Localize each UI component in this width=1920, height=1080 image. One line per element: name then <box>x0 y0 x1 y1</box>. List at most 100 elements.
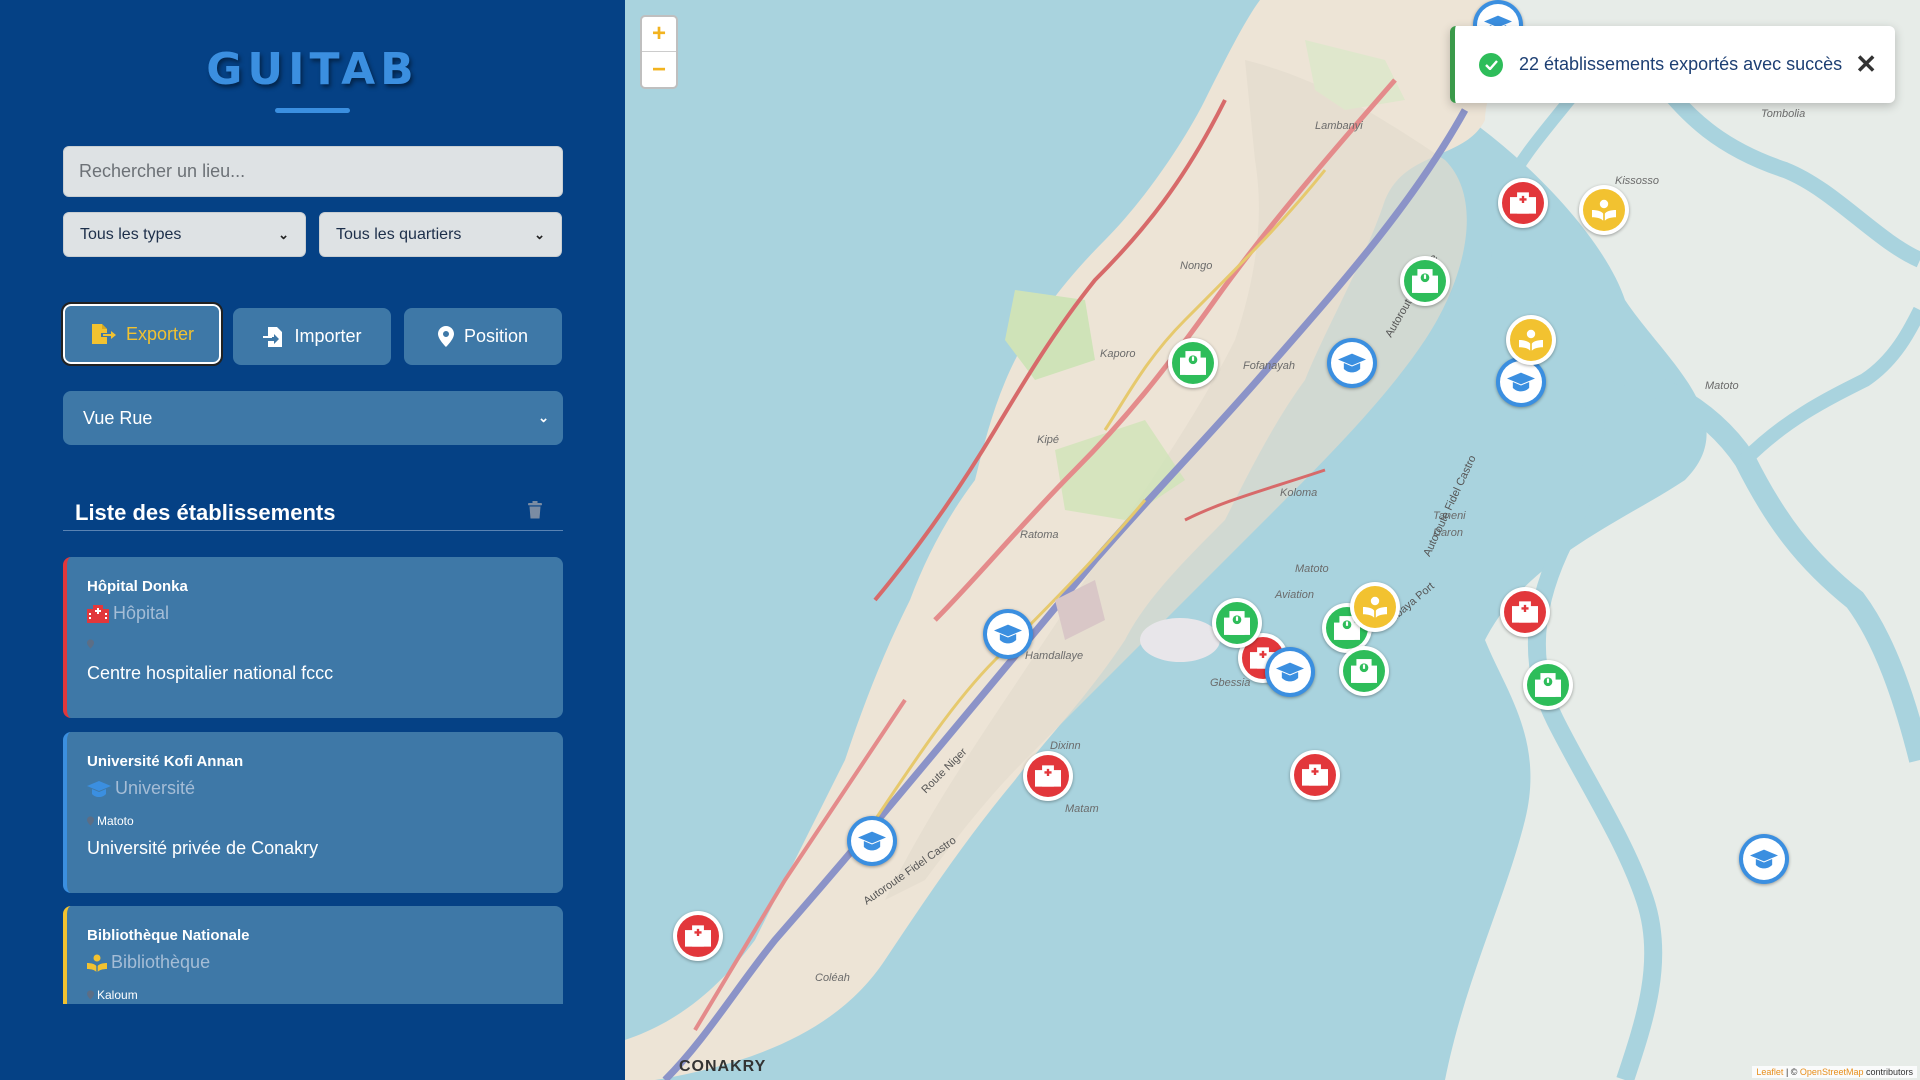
clinic-marker[interactable] <box>1168 338 1218 388</box>
hospital-marker[interactable] <box>1500 587 1550 637</box>
clinic-marker[interactable] <box>1339 646 1389 696</box>
item-quarter-row: Kaloum <box>87 988 138 1002</box>
close-icon[interactable]: ✕ <box>1855 49 1877 80</box>
attribution-contributors: contributors <box>1863 1067 1913 1077</box>
university-marker[interactable] <box>1265 647 1315 697</box>
map-tiles <box>625 0 1920 1080</box>
library-marker[interactable] <box>1579 185 1629 235</box>
map-attribution: Leaflet | © OpenStreetMap contributors <box>1752 1066 1917 1078</box>
map-place-label: Fofanayah <box>1243 360 1295 372</box>
item-type: Bibliothèque <box>111 952 211 972</box>
item-quarter-row: Matoto <box>87 814 134 828</box>
hospital-icon <box>1510 192 1536 214</box>
location-pin-icon <box>87 639 94 649</box>
list-item[interactable]: Université Kofi Annan Université Matoto … <box>63 732 563 893</box>
item-description: Centre hospitalier national fccc <box>87 663 334 683</box>
map-place-label: Matam <box>1065 803 1099 815</box>
chevron-down-icon: ⌄ <box>534 226 545 242</box>
library-marker[interactable] <box>1506 315 1556 365</box>
book-reader-icon <box>87 954 107 972</box>
location-pin-icon <box>87 816 94 826</box>
export-button[interactable]: Exporter <box>61 302 223 366</box>
attribution-separator: | © <box>1783 1067 1800 1077</box>
zoom-in-button[interactable]: + <box>642 17 676 52</box>
clinic-marker[interactable] <box>1400 256 1450 306</box>
item-quarter: Matoto <box>97 814 134 828</box>
import-button[interactable]: Importer <box>233 308 391 365</box>
hospital-marker[interactable] <box>1498 178 1548 228</box>
graduation-cap-icon <box>87 780 111 797</box>
hospital-icon <box>1512 601 1538 623</box>
osm-link[interactable]: OpenStreetMap <box>1800 1067 1864 1077</box>
hospital-icon <box>1035 765 1061 787</box>
item-name: Bibliothèque Nationale <box>87 927 250 944</box>
item-type-row: Bibliothèque <box>87 952 210 973</box>
map-place-label: Matoto <box>1705 380 1739 392</box>
location-pin-icon <box>437 326 454 347</box>
map-view-select[interactable]: Vue Rue ⌄ <box>63 391 563 445</box>
check-circle-icon <box>1479 52 1503 77</box>
map-place-label: Lambanyi <box>1315 120 1363 132</box>
hospital-icon <box>87 604 109 623</box>
hospital-marker[interactable] <box>673 911 723 961</box>
map-place-label: Dixinn <box>1050 740 1081 752</box>
app-title: GUITAB <box>206 44 419 95</box>
item-name: Hôpital Donka <box>87 578 188 595</box>
map-place-label: Hamdallaye <box>1025 650 1084 662</box>
university-marker[interactable] <box>1496 357 1546 407</box>
position-button[interactable]: Position <box>404 308 562 365</box>
trash-icon[interactable] <box>527 501 543 524</box>
quarter-filter-select[interactable]: Tous les quartiers ⌄ <box>319 212 562 257</box>
graduation-cap-icon <box>1750 849 1778 869</box>
clinic-marker[interactable] <box>1212 598 1262 648</box>
library-marker[interactable] <box>1350 582 1400 632</box>
leaflet-link[interactable]: Leaflet <box>1756 1067 1783 1077</box>
graduation-cap-icon <box>858 831 886 851</box>
sidebar: GUITAB Tous les types ⌄ Tous les quartie… <box>0 0 625 1080</box>
item-type-row: Université <box>87 778 195 799</box>
location-pin-icon <box>87 990 94 1000</box>
type-filter-value: Tous les types <box>80 225 182 243</box>
map-place-label: Coléah <box>815 972 850 984</box>
quarter-filter-value: Tous les quartiers <box>336 225 462 243</box>
graduation-cap-icon <box>1507 372 1535 392</box>
type-filter-select[interactable]: Tous les types ⌄ <box>63 212 306 257</box>
graduation-cap-icon <box>1276 662 1304 682</box>
university-marker[interactable] <box>983 609 1033 659</box>
hospital-marker[interactable] <box>1290 750 1340 800</box>
chevron-down-icon: ⌄ <box>538 410 549 425</box>
success-toast: 22 établissements exportés avec succès ✕ <box>1450 26 1895 103</box>
list-divider <box>63 530 563 531</box>
university-marker[interactable] <box>847 816 897 866</box>
item-type: Université <box>115 778 196 798</box>
hospital-icon <box>1302 764 1328 786</box>
zoom-control: + − <box>640 15 678 89</box>
file-export-icon <box>90 323 116 345</box>
university-marker[interactable] <box>1739 834 1789 884</box>
graduation-cap-icon <box>994 624 1022 644</box>
establishment-list: Hôpital Donka Hôpital Centre hospitalier… <box>63 557 563 1004</box>
zoom-out-button[interactable]: − <box>642 52 676 87</box>
clinic-icon <box>1224 611 1250 635</box>
map-view[interactable]: Lambanyi Tombolia Kissosso Nongo Kaporo … <box>625 0 1920 1080</box>
hospital-icon <box>685 925 711 947</box>
toast-message: 22 établissements exportés avec succès <box>1519 54 1843 74</box>
university-marker[interactable] <box>1327 338 1377 388</box>
item-type: Hôpital <box>113 603 170 623</box>
clinic-icon <box>1412 269 1438 293</box>
search-input[interactable] <box>63 146 563 197</box>
file-import-icon <box>262 326 284 348</box>
book-reader-icon <box>1592 199 1616 221</box>
city-label: CONAKRY <box>679 1058 767 1075</box>
clinic-marker[interactable] <box>1523 660 1573 710</box>
list-item[interactable]: Bibliothèque Nationale Bibliothèque Kalo… <box>63 906 563 1004</box>
item-type-row: Hôpital <box>87 603 169 624</box>
map-place-label: Koloma <box>1280 487 1318 499</box>
graduation-cap-icon <box>1338 353 1366 373</box>
map-place-label: Kaporo <box>1100 348 1136 360</box>
import-label: Importer <box>294 326 362 346</box>
list-item[interactable]: Hôpital Donka Hôpital Centre hospitalier… <box>63 557 563 718</box>
hospital-marker[interactable] <box>1023 751 1073 801</box>
map-place-label: Kissosso <box>1615 175 1660 187</box>
map-view-value: Vue Rue <box>83 407 153 428</box>
